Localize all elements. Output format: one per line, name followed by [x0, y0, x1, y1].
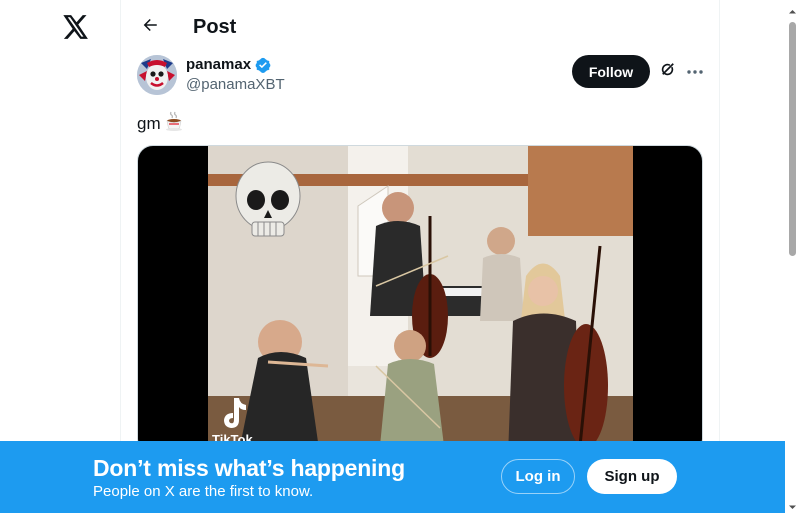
post-video[interactable]: TikTok	[137, 145, 703, 455]
post-text: gm	[137, 110, 185, 138]
grok-button[interactable]	[658, 61, 678, 81]
coffee-icon	[163, 110, 185, 138]
banner-subtitle: People on X are the first to know.	[93, 483, 314, 500]
x-logo-icon[interactable]	[61, 12, 91, 42]
avatar[interactable]	[137, 55, 177, 95]
scrollbar[interactable]	[785, 0, 800, 513]
display-name[interactable]: panamax	[186, 55, 251, 75]
back-button[interactable]	[133, 10, 167, 44]
more-button[interactable]	[684, 61, 706, 81]
header-bar: Post	[121, 0, 719, 53]
arrow-left-icon	[141, 16, 159, 39]
video-frame: TikTok	[208, 146, 633, 454]
scroll-down-icon[interactable]	[788, 499, 797, 509]
login-button[interactable]: Log in	[501, 459, 575, 494]
post-author: panamax @panamaXBT Follow	[137, 54, 705, 98]
name-row: panamax	[186, 55, 272, 75]
follow-button[interactable]: Follow	[572, 55, 650, 88]
scrollbar-thumb[interactable]	[789, 22, 796, 256]
grok-icon	[659, 60, 677, 83]
verified-badge-icon	[254, 56, 272, 74]
signup-button[interactable]: Sign up	[587, 459, 677, 494]
page-title: Post	[193, 16, 237, 38]
more-icon	[686, 62, 704, 80]
author-handle[interactable]: @panamaXBT	[186, 75, 285, 95]
scroll-up-icon[interactable]	[788, 3, 797, 14]
page: Post panamax @panamaXBT Follow gm TikTok…	[0, 0, 800, 513]
signup-banner: Don’t miss what’s happening People on X …	[0, 441, 785, 513]
main-column: Post panamax @panamaXBT Follow gm TikTok	[120, 0, 720, 513]
banner-title: Don’t miss what’s happening	[93, 455, 405, 481]
post-text-content: gm	[137, 114, 161, 133]
